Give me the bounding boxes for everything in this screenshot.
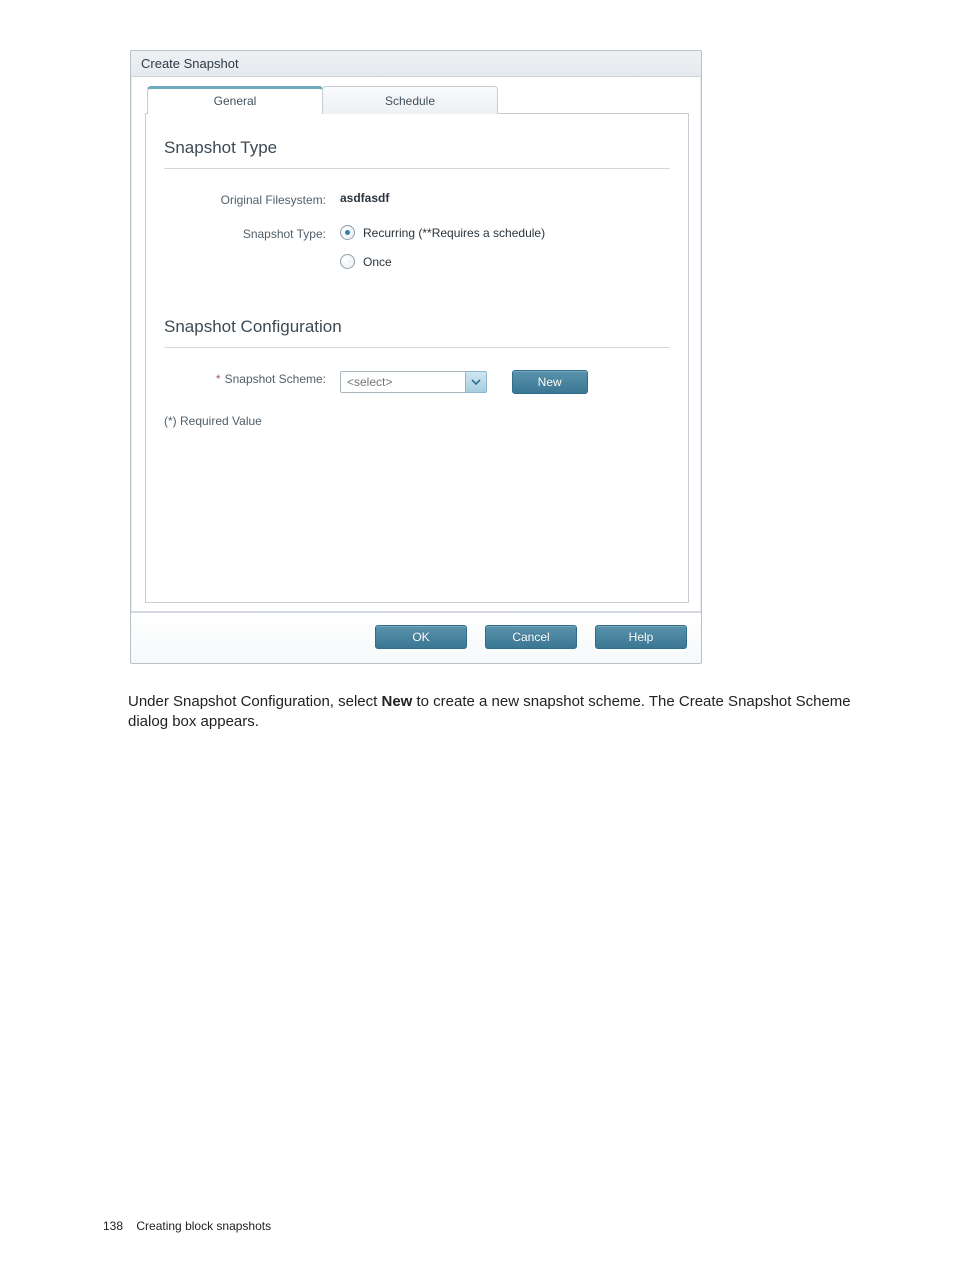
tab-general[interactable]: General (147, 86, 323, 114)
value-snapshot-scheme: New (340, 370, 670, 394)
new-button[interactable]: New (512, 370, 588, 394)
divider (164, 347, 670, 348)
chevron-down-icon (471, 377, 481, 387)
help-button[interactable]: Help (595, 625, 687, 649)
caption-text-pre: Under Snapshot Configuration, select (128, 693, 381, 710)
dialog-title: Create Snapshot (131, 51, 701, 77)
combobox-dropdown-button[interactable] (465, 371, 487, 393)
section-title-snapshot-type: Snapshot Type (164, 138, 670, 158)
caption-text-bold: New (381, 693, 412, 710)
tab-schedule[interactable]: Schedule (322, 86, 498, 114)
value-original-filesystem: asdfasdf (340, 191, 670, 205)
tab-pane-general: Snapshot Type Original Filesystem: asdfa… (145, 113, 689, 603)
dialog-footer: OK Cancel Help (131, 611, 701, 663)
cancel-button[interactable]: Cancel (485, 625, 577, 649)
value-snapshot-type: Recurring (**Requires a schedule) Once (340, 225, 670, 283)
section-title-snapshot-configuration: Snapshot Configuration (164, 317, 670, 337)
ok-button[interactable]: OK (375, 625, 467, 649)
radio-label-once: Once (363, 255, 392, 269)
row-snapshot-type: Snapshot Type: Recurring (**Requires a s… (164, 225, 670, 283)
instruction-paragraph: Under Snapshot Configuration, select New… (128, 692, 878, 733)
divider (164, 168, 670, 169)
label-snapshot-type: Snapshot Type: (164, 225, 340, 241)
radio-icon (340, 225, 355, 240)
row-original-filesystem: Original Filesystem: asdfasdf (164, 191, 670, 207)
radio-icon (340, 254, 355, 269)
radio-dot-icon (345, 230, 350, 235)
footer-section-title: Creating block snapshots (136, 1219, 271, 1233)
label-text-snapshot-scheme: Snapshot Scheme: (225, 372, 326, 386)
radio-option-recurring[interactable]: Recurring (**Requires a schedule) (340, 225, 670, 240)
label-original-filesystem: Original Filesystem: (164, 191, 340, 207)
snapshot-scheme-combobox[interactable] (340, 371, 487, 393)
snapshot-scheme-input[interactable] (340, 371, 465, 393)
tab-strip: General Schedule (147, 85, 689, 113)
page-number: 138 (103, 1219, 123, 1233)
required-star-icon: * (216, 372, 221, 386)
row-snapshot-scheme: * Snapshot Scheme: New (164, 370, 670, 394)
create-snapshot-dialog: Create Snapshot General Schedule Snapsho… (130, 50, 702, 664)
radio-label-recurring: Recurring (**Requires a schedule) (363, 226, 545, 240)
required-value-note: (*) Required Value (164, 414, 670, 428)
label-snapshot-scheme: * Snapshot Scheme: (164, 370, 340, 386)
dialog-body: General Schedule Snapshot Type Original … (131, 77, 701, 611)
document-page: Create Snapshot General Schedule Snapsho… (0, 0, 954, 1271)
page-footer: 138 Creating block snapshots (103, 1219, 271, 1233)
radio-option-once[interactable]: Once (340, 254, 670, 269)
